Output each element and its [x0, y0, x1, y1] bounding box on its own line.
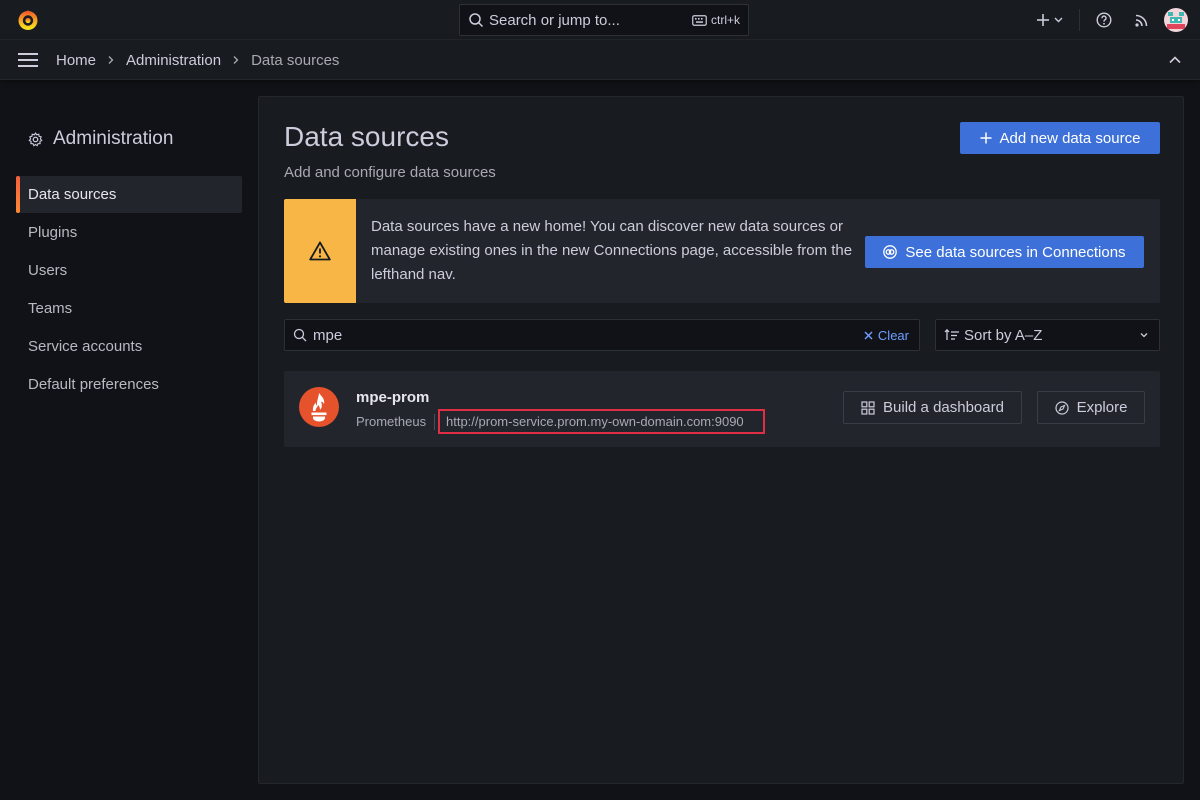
add-new-data-source-button[interactable]: Add new data source — [960, 122, 1160, 154]
sidebar-item-plugins[interactable]: Plugins — [16, 214, 242, 251]
chevron-down-icon — [1054, 17, 1063, 23]
clear-filter-button[interactable]: Clear — [864, 328, 909, 343]
user-avatar[interactable] — [1164, 8, 1188, 32]
sort-select[interactable]: Sort by A–Z — [935, 319, 1160, 351]
meta-divider — [434, 414, 435, 430]
help-button[interactable] — [1088, 4, 1120, 36]
sidebar-item-teams[interactable]: Teams — [16, 290, 242, 327]
chevron-down-icon — [1139, 330, 1149, 340]
admin-sidebar: Administration Data sources Plugins User… — [0, 80, 258, 800]
sidebar-item-data-sources[interactable]: Data sources — [16, 176, 242, 213]
keyboard-icon — [692, 14, 707, 26]
build-dashboard-label: Build a dashboard — [883, 399, 1004, 416]
plus-icon — [980, 132, 992, 144]
build-dashboard-button[interactable]: Build a dashboard — [843, 391, 1022, 424]
sidebar-item-users[interactable]: Users — [16, 252, 242, 289]
chevron-up-icon[interactable] — [1168, 54, 1182, 66]
cog-icon — [28, 131, 43, 147]
top-right-actions — [1027, 0, 1200, 40]
see-in-connections-button[interactable]: See data sources in Connections — [865, 236, 1144, 268]
toolbar-divider — [1079, 9, 1080, 31]
chevron-right-icon — [106, 55, 116, 65]
data-source-url: http://prom-service.prom.my-own-domain.c… — [438, 409, 765, 434]
breadcrumb-administration[interactable]: Administration — [126, 52, 221, 69]
data-source-filter-input[interactable]: mpe Clear — [284, 319, 920, 351]
connections-alert: Data sources have a new home! You can di… — [284, 199, 1160, 303]
link-icon — [883, 245, 898, 259]
data-source-name[interactable]: mpe-prom — [356, 389, 429, 406]
plus-icon — [1036, 13, 1050, 27]
new-menu-button[interactable] — [1027, 4, 1071, 36]
search-icon — [293, 328, 307, 342]
data-source-type: Prometheus — [356, 414, 427, 429]
sidebar-title-text: Administration — [53, 128, 174, 149]
sidebar-title: Administration — [28, 128, 173, 150]
breadcrumb-data-sources: Data sources — [251, 51, 340, 69]
page-title: Data sources — [284, 121, 449, 152]
top-bar: Search or jump to... ctrl+k — [0, 0, 1200, 40]
search-input[interactable]: Search or jump to... ctrl+k — [459, 4, 749, 36]
see-in-connections-label: See data sources in Connections — [905, 243, 1126, 261]
hamburger-menu-icon[interactable] — [17, 52, 39, 68]
grafana-logo-icon[interactable] — [16, 8, 40, 32]
warning-icon — [309, 241, 331, 261]
breadcrumb-home[interactable]: Home — [56, 52, 96, 69]
compass-icon — [1054, 400, 1069, 415]
sort-icon — [944, 328, 960, 342]
prometheus-logo-icon — [298, 386, 340, 428]
news-rss-icon — [1134, 12, 1150, 28]
close-icon — [864, 331, 873, 340]
breadcrumb: Home Administration Data sources — [56, 40, 339, 80]
help-icon — [1096, 12, 1112, 28]
shortcut-label: ctrl+k — [710, 13, 740, 27]
page-subtitle: Add and configure data sources — [284, 164, 496, 181]
sidebar-nav: Data sources Plugins Users Teams Service… — [16, 176, 242, 404]
main-panel: Data sources Add and configure data sour… — [258, 96, 1184, 784]
chevron-right-icon — [231, 55, 241, 65]
sidebar-item-default-preferences[interactable]: Default preferences — [16, 366, 242, 403]
alert-message: Data sources have a new home! You can di… — [371, 218, 853, 283]
explore-button[interactable]: Explore — [1037, 391, 1145, 424]
breadcrumb-bar: Home Administration Data sources — [0, 40, 1200, 80]
filter-value: mpe — [313, 326, 343, 344]
explore-label: Explore — [1076, 399, 1128, 416]
news-button[interactable] — [1126, 4, 1158, 36]
apps-icon — [861, 400, 875, 415]
data-source-card[interactable]: mpe-prom Prometheus http://prom-service.… — [284, 371, 1160, 447]
data-source-url-text: http://prom-service.prom.my-own-domain.c… — [446, 414, 744, 429]
search-placeholder: Search or jump to... — [489, 11, 620, 29]
search-icon — [468, 12, 484, 28]
add-new-data-source-label: Add new data source — [999, 129, 1141, 147]
sidebar-item-service-accounts[interactable]: Service accounts — [16, 328, 242, 365]
clear-filter-label: Clear — [877, 327, 909, 343]
search-shortcut: ctrl+k — [692, 13, 740, 27]
alert-icon-box — [284, 199, 356, 303]
sort-selected-value: Sort by A–Z — [964, 326, 1043, 344]
